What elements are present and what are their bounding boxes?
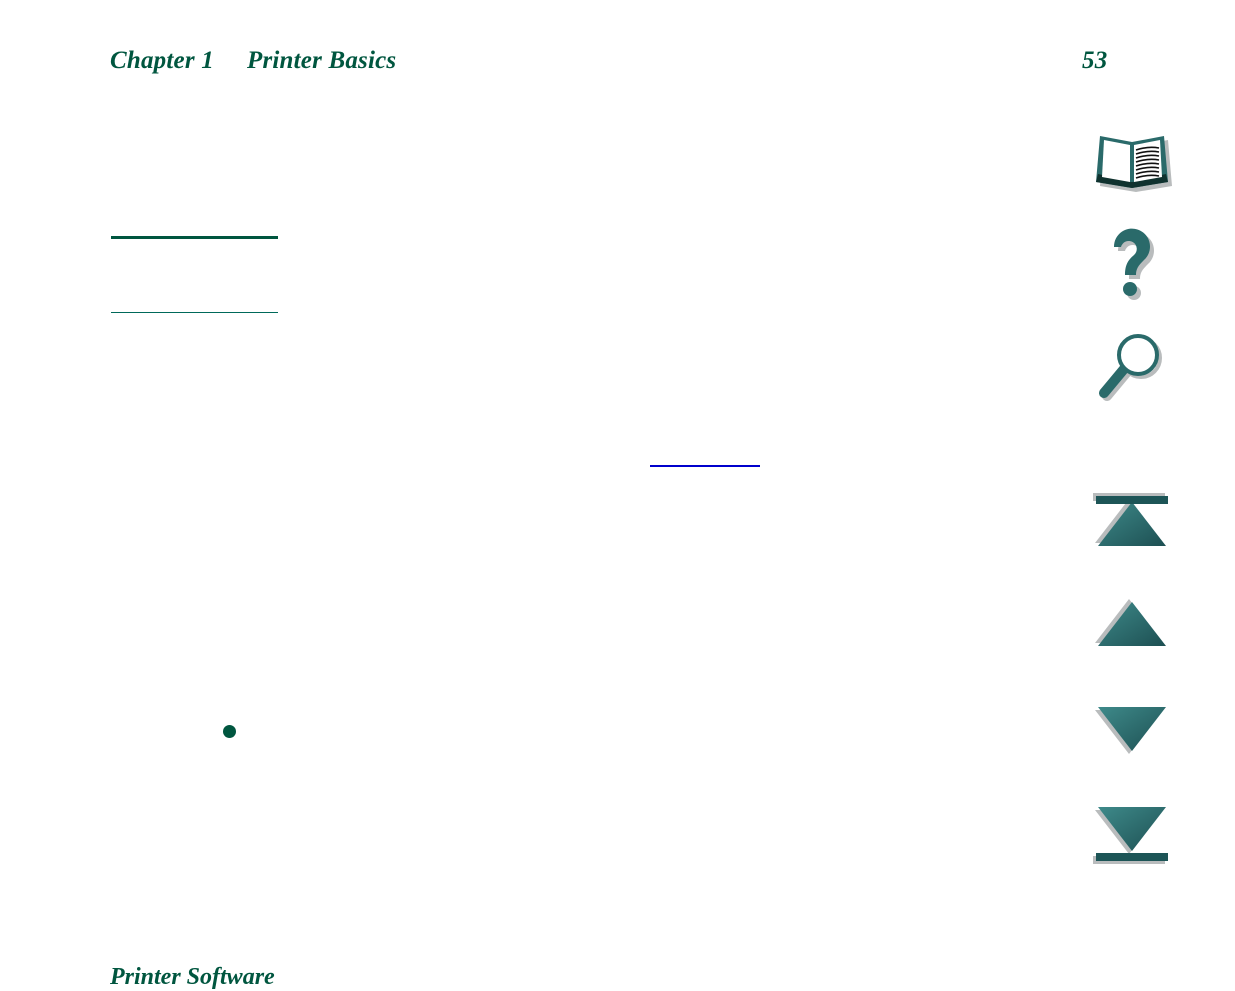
page-header: Chapter 1 Printer Basics 53 bbox=[0, 0, 1235, 95]
nav-button-prev-page[interactable] bbox=[1082, 592, 1192, 662]
nav-button-search[interactable] bbox=[1082, 327, 1192, 407]
page-body: Printer Software bbox=[0, 95, 1060, 990]
content-link-3[interactable] bbox=[650, 465, 760, 467]
page-number: 53 bbox=[1082, 47, 1108, 74]
nav-button-help-topics[interactable] bbox=[1082, 120, 1192, 200]
magnifier-icon bbox=[1099, 334, 1162, 401]
triangle-up-icon bbox=[1095, 599, 1166, 646]
triangle-up-bar-icon bbox=[1093, 493, 1168, 546]
bullet-point bbox=[223, 725, 236, 738]
navigation-sidebar bbox=[1082, 105, 1202, 865]
open-book-icon bbox=[1096, 136, 1172, 192]
header-chapter-label: Chapter 1 bbox=[110, 47, 214, 74]
nav-button-next-page[interactable] bbox=[1082, 695, 1192, 765]
triangle-down-icon bbox=[1095, 707, 1166, 754]
question-mark-icon bbox=[1113, 228, 1154, 300]
nav-button-help[interactable] bbox=[1082, 223, 1192, 303]
nav-button-first-page[interactable] bbox=[1082, 488, 1192, 558]
section-heading: Printer Software bbox=[110, 964, 275, 990]
content-link-2[interactable] bbox=[111, 312, 278, 313]
header-chapter-title: Printer Basics bbox=[247, 47, 397, 74]
triangle-down-bar-icon bbox=[1093, 807, 1168, 864]
nav-button-last-page[interactable] bbox=[1082, 797, 1192, 872]
content-link-1[interactable] bbox=[111, 236, 278, 239]
